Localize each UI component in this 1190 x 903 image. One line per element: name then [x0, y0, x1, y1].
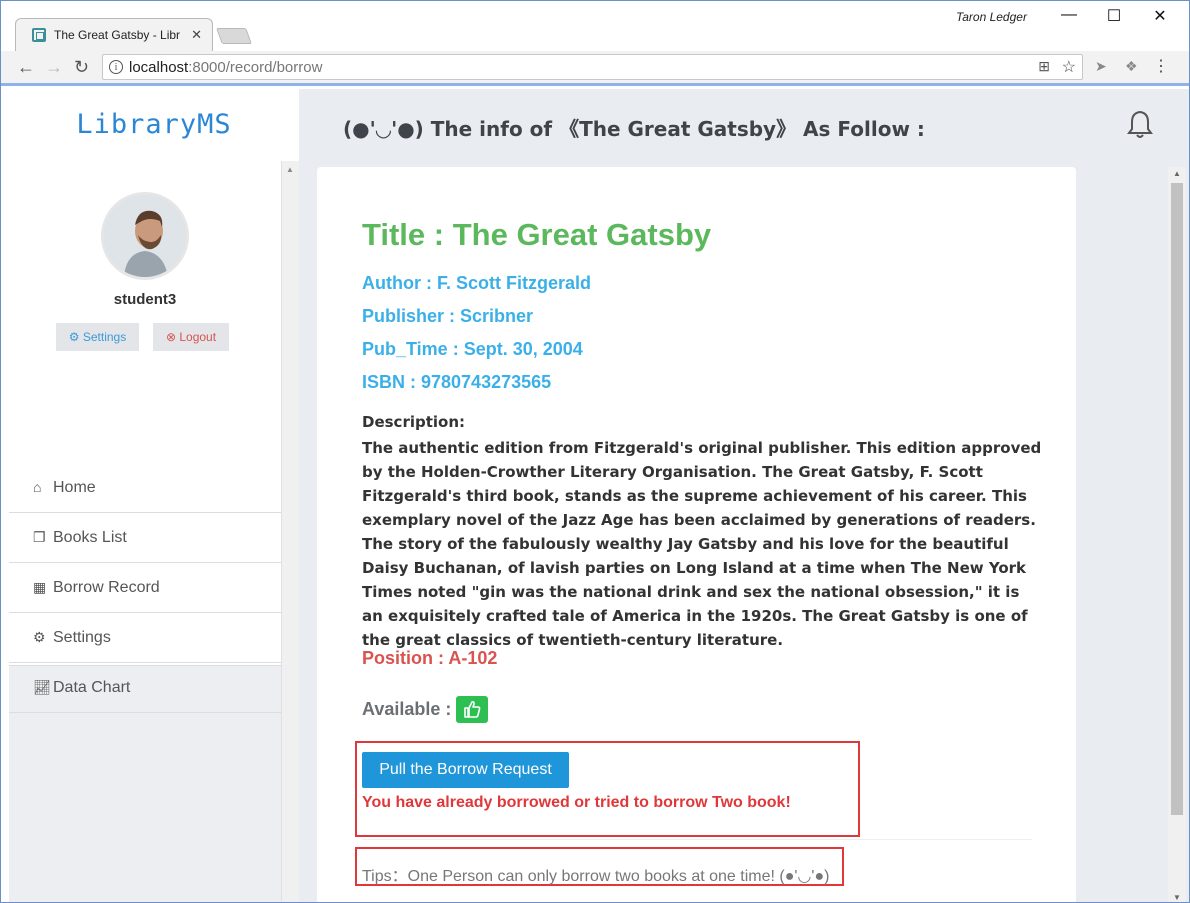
borrow-tips: Tips：One Person can only borrow two book…: [362, 868, 830, 885]
available-badge: [456, 696, 488, 723]
scroll-up-icon[interactable]: ▲: [1173, 169, 1181, 178]
available-label: Available :: [362, 699, 452, 719]
forward-arrow-icon[interactable]: →: [45, 57, 63, 78]
sidebar-item-label: Home: [53, 479, 96, 496]
brand-logo[interactable]: LibraryMS: [9, 89, 299, 161]
user-panel: student3 ⚙ Settings ⊗ Logout ⌂ Home ❐ Book…: [9, 161, 281, 713]
sidebar-item-label: Data Chart: [53, 679, 131, 696]
tab-close-icon[interactable]: ✕: [191, 27, 202, 43]
scroll-down-icon[interactable]: ▼: [1173, 893, 1181, 902]
profile-name[interactable]: Taron Ledger: [956, 10, 1027, 24]
sidebar-item-label: Settings: [53, 629, 111, 646]
sidebar-item-home[interactable]: ⌂ Home: [9, 463, 281, 513]
address-bar[interactable]: i localhost:8000/record/borrow ⊞ ☆: [102, 54, 1083, 80]
avatar: [101, 192, 189, 280]
book-publisher: Publisher : Scribner: [362, 306, 534, 326]
browser-menu-icon[interactable]: ⋮: [1153, 56, 1169, 76]
minimize-button[interactable]: —: [1046, 6, 1092, 24]
new-tab-button[interactable]: [216, 28, 252, 44]
borrow-warning: You have already borrowed or tried to bo…: [362, 794, 791, 811]
translate-icon[interactable]: ⊞: [1038, 58, 1050, 75]
book-description: The authentic edition from Fitzgerald's …: [362, 439, 1042, 649]
divider: [362, 839, 1032, 840]
dropbox-icon[interactable]: ❖: [1125, 58, 1138, 75]
app-root: LibraryMS student3 ⚙ Settings ⊗ Logout ⌂…: [9, 89, 1189, 902]
sidebar-item-label: Books List: [53, 529, 127, 546]
borrow-request-button[interactable]: Pull the Borrow Request: [362, 752, 569, 788]
username: student3: [113, 291, 177, 308]
book-position: Position : A-102: [362, 648, 498, 668]
scroll-up-icon[interactable]: ▲: [286, 165, 294, 174]
sidebar-item-settings[interactable]: ⚙ Settings: [9, 613, 281, 663]
table-icon: ▦: [33, 579, 47, 595]
close-window-button[interactable]: ✕: [1137, 6, 1183, 26]
main-scrollbar[interactable]: ▲ ▼: [1168, 167, 1186, 902]
sidebar-item-borrow-record[interactable]: ▦ Borrow Record: [9, 563, 281, 613]
avatar-image: [104, 195, 186, 277]
back-arrow-icon[interactable]: ←: [17, 57, 35, 78]
sidebar: LibraryMS student3 ⚙ Settings ⊗ Logout ⌂…: [9, 89, 299, 902]
gear-icon: ⚙: [68, 330, 83, 344]
sidebar-item-books-list[interactable]: ❐ Books List: [9, 513, 281, 563]
sidebar-item-label: Borrow Record: [53, 579, 160, 596]
site-info-icon[interactable]: i: [109, 60, 123, 74]
logout-button[interactable]: ⊗ Logout: [153, 323, 229, 351]
page-heading: (●'◡'●) The info of 《The Great Gatsby》 A…: [343, 117, 925, 141]
url-path: :8000/record/borrow: [188, 59, 323, 76]
bookmark-star-icon[interactable]: ☆: [1062, 57, 1076, 77]
browser-window: The Great Gatsby - Libr ✕ Taron Ledger —…: [0, 0, 1190, 903]
browser-toolbar: ← → ↻ i localhost:8000/record/borrow ⊞ ☆…: [1, 51, 1189, 86]
book-author: Author : F. Scott Fitzgerald: [362, 273, 591, 293]
tab-title: The Great Gatsby - Libr: [54, 28, 181, 42]
bell-icon[interactable]: [1127, 109, 1153, 139]
title-bar: The Great Gatsby - Libr ✕ Taron Ledger —…: [1, 1, 1189, 51]
home-icon: ⌂: [33, 479, 42, 495]
url-text: localhost:8000/record/borrow: [129, 59, 322, 76]
reload-icon[interactable]: ↻: [74, 57, 89, 78]
power-icon: ⊗: [165, 330, 180, 344]
sidebar-scrollbar[interactable]: ▲: [281, 161, 299, 902]
sidebar-item-data-chart[interactable]: 📈︎ Data Chart: [9, 663, 281, 713]
gear-icon: ⚙: [33, 629, 46, 645]
books-icon: ❐: [33, 529, 46, 545]
book-info-card: Title : The Great Gatsby Author : F. Sco…: [317, 167, 1076, 902]
url-host: localhost: [129, 59, 189, 76]
settings-button-label: Settings: [82, 330, 127, 344]
book-title: Title : The Great Gatsby: [362, 217, 712, 252]
line-chart-icon: 📈︎: [33, 679, 51, 695]
book-isbn: ISBN : 9780743273565: [362, 372, 552, 392]
scrollbar-thumb[interactable]: [1171, 183, 1183, 815]
settings-button[interactable]: ⚙ Settings: [56, 323, 139, 351]
book-pub-time: Pub_Time : Sept. 30, 2004: [362, 339, 583, 359]
favicon-icon: [32, 28, 46, 42]
logout-button-label: Logout: [179, 330, 217, 344]
sidebar-nav: ⌂ Home ❐ Books List ▦ Borrow Record ⚙ Settin…: [9, 463, 281, 713]
extension-cursor-icon[interactable]: ➤: [1095, 58, 1107, 75]
thumbs-up-icon: [464, 700, 481, 718]
browser-tab[interactable]: The Great Gatsby - Libr ✕: [15, 18, 213, 51]
maximize-button[interactable]: ☐: [1091, 6, 1137, 26]
description-label: Description:: [362, 413, 466, 431]
